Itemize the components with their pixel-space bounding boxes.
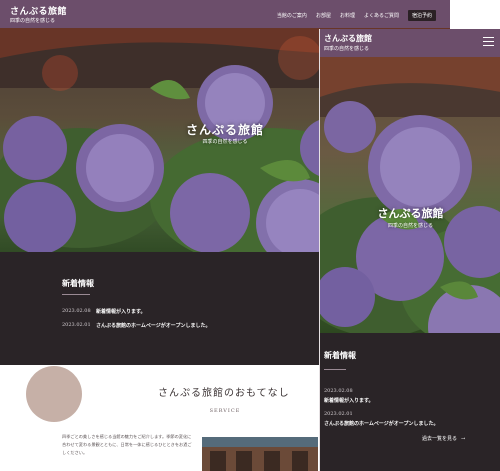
news-divider <box>62 294 90 295</box>
mobile-news-date: 2023.02.08 <box>324 388 353 394</box>
site-tagline: 四季の自然を感じる <box>10 18 56 24</box>
arrow-right-icon: → <box>461 436 466 442</box>
service-heading: さんぷる旅館のおもてなし <box>158 388 290 399</box>
site-logo[interactable]: さんぷる旅館 <box>10 4 67 17</box>
nav-item-rooms[interactable]: お部屋 <box>316 12 331 19</box>
main-nav: 当館のご案内 お部屋 お料理 よくあるご質問 宿泊予約 <box>277 10 436 21</box>
news-text: 新着情報が入ります。 <box>96 309 146 315</box>
mobile-hero-subtitle: 四季の自然を感じる <box>387 223 433 229</box>
mobile-news-heading: 新着情報 <box>324 350 356 360</box>
news-text: さんぷる旅館のホームページがオープンしました。 <box>96 323 211 329</box>
service-body: 四季ごとの美しさを感じる当館の魅力をご紹介します。季節の変化に合わせて変わる景観… <box>62 434 192 455</box>
mobile-hero-title: さんぷる旅館 <box>377 207 444 220</box>
site-header: さんぷる旅館 四季の自然を感じる 当館のご案内 お部屋 お料理 よくあるご質問 … <box>0 0 450 28</box>
news-more-label: 過去一覧を見る <box>422 436 458 442</box>
mobile-news-text[interactable]: 新着情報が入ります。 <box>324 397 374 404</box>
mobile-hero-image: さんぷる旅館 四季の自然を感じる <box>320 57 500 333</box>
mobile-news-text[interactable]: さんぷる旅館のホームページがオープンしました。 <box>324 420 438 427</box>
mobile-page: さんぷる旅館 四季の自然を感じる さんぷる旅館 四季の自然を感じる 新着情報 2… <box>319 29 500 471</box>
reserve-button[interactable]: 宿泊予約 <box>407 10 436 21</box>
mobile-news-date: 2023.02.01 <box>324 411 353 417</box>
news-more-link[interactable]: 過去一覧を見る → <box>422 435 465 442</box>
nav-item-faq[interactable]: よくあるご質問 <box>364 12 399 19</box>
news-item[interactable]: 2023.02.01 さんぷる旅館のホームページがオープンしました。 <box>62 322 210 329</box>
news-heading: 新着情報 <box>62 278 94 288</box>
news-date: 2023.02.08 <box>62 308 91 314</box>
news-item[interactable]: 2023.02.08 新着情報が入ります。 <box>62 308 146 315</box>
mobile-header: さんぷる旅館 四季の自然を感じる <box>320 29 500 57</box>
inn-building-photo <box>202 437 318 471</box>
nav-item-about[interactable]: 当館のご案内 <box>277 12 307 19</box>
news-date: 2023.02.01 <box>62 322 91 328</box>
mobile-site-logo[interactable]: さんぷる旅館 <box>324 33 372 44</box>
mobile-news-divider <box>324 369 346 370</box>
hamburger-icon[interactable] <box>483 37 494 47</box>
mobile-hydrangea-photo <box>320 57 500 333</box>
nav-item-cuisine[interactable]: お料理 <box>340 12 355 19</box>
mobile-news-section: 新着情報 2023.02.08 新着情報が入ります。 2023.02.01 さん… <box>320 333 500 471</box>
mobile-site-tagline: 四季の自然を感じる <box>324 46 370 52</box>
